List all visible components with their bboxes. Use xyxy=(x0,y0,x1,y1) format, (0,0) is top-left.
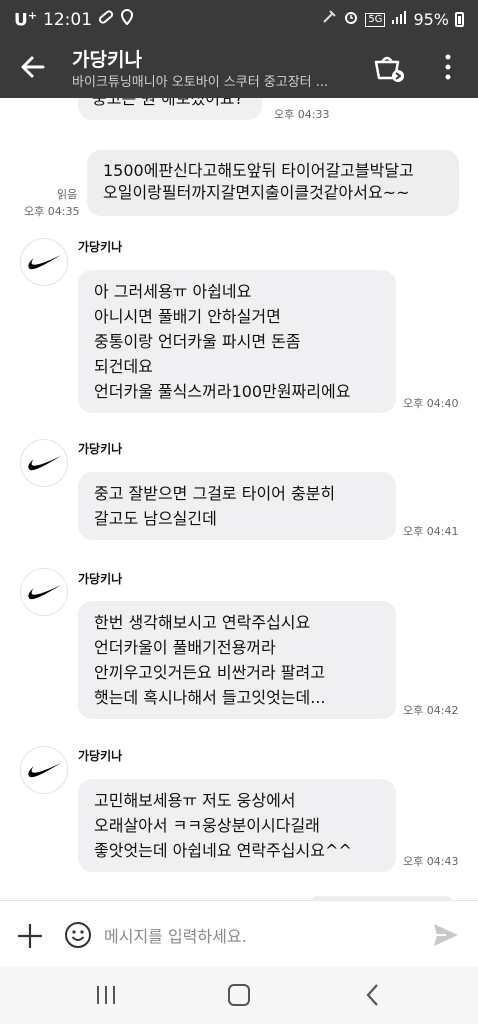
clock: 12:01 xyxy=(43,9,93,30)
sender-name: 가당키나 xyxy=(78,240,123,254)
recent-apps-icon[interactable] xyxy=(94,985,118,1005)
alarm-icon xyxy=(343,9,359,30)
nike-swoosh-icon xyxy=(28,585,61,600)
message-list[interactable]: 중고는 원 해보셨어요? 오후 04:33 읽음 오후 04:35 1500에판… xyxy=(0,98,478,900)
message-time: 오후 04:35 xyxy=(24,205,80,218)
home-icon[interactable] xyxy=(228,984,250,1006)
message-bubble-received: 아 그러세용ㅠ 아쉽네요 아니시면 풀배기 안하실거면 중통이랑 언더카울 파시… xyxy=(78,270,396,413)
nike-swoosh-icon xyxy=(28,456,61,471)
message-bubble-received: 중고 잘받으면 그걸로 타이어 충분히 갈고도 남으실긴데 xyxy=(78,472,396,540)
battery-icon xyxy=(455,12,464,27)
link-icon xyxy=(98,9,114,30)
message-time: 오후 04:43 xyxy=(403,855,459,868)
sender-name: 가당키나 xyxy=(78,749,123,763)
avatar[interactable] xyxy=(20,439,68,487)
battery-percent: 95% xyxy=(413,10,449,29)
status-bar: U+ 12:01 5G 95% xyxy=(0,0,478,40)
message-bubble-received: 중고는 원 해보셨어요? xyxy=(78,98,262,120)
avatar[interactable] xyxy=(20,568,68,616)
message-time: 오후 04:40 xyxy=(403,397,459,410)
nike-swoosh-icon xyxy=(28,763,61,778)
message-bubble-received: 한번 생각해보시고 연락주십시요 언더카울이 풀배기전용꺼라 안끼우고잇거든요 … xyxy=(78,601,396,719)
location-icon xyxy=(120,9,134,30)
message-bubble-sent: 1500에판신다고해도앞뒤 타이어갈고블박달고 오일이랑필터까지갈면지출이클것같… xyxy=(87,150,459,216)
nav-back-icon[interactable] xyxy=(364,983,382,1007)
sender-name: 가당키나 xyxy=(78,442,123,456)
chat-title: 가당키나 xyxy=(72,49,142,71)
nike-swoosh-icon xyxy=(28,255,61,270)
carrier-label: U+ xyxy=(14,9,38,31)
sender-name: 가당키나 xyxy=(78,572,123,586)
message-input-bar xyxy=(0,900,478,966)
more-vertical-icon[interactable] xyxy=(442,52,454,82)
mute-icon xyxy=(321,9,337,30)
message-time: 오후 04:33 xyxy=(274,108,330,121)
chat-subtitle: 바이크튜닝매니아 오토바이 스쿠터 중고장터 ... xyxy=(72,75,329,90)
chat-header: 가당키나 바이크튜닝매니아 오토바이 스쿠터 중고장터 ... xyxy=(0,40,478,98)
message-time: 오후 04:41 xyxy=(403,525,459,538)
arrow-left-icon[interactable] xyxy=(16,50,50,84)
message-bubble-received: 고민해보세용ㅠ 저도 웅상에서 오래살아서 ㅋㅋ웅상분이시다길래 좋앗엇는데 아… xyxy=(78,779,396,872)
message-input[interactable] xyxy=(104,923,404,949)
system-nav-bar xyxy=(0,966,478,1024)
network-label: 5G xyxy=(365,12,386,27)
signal-icon xyxy=(391,10,407,29)
plus-icon[interactable] xyxy=(16,922,44,950)
shopping-basket-icon[interactable] xyxy=(372,52,406,84)
avatar[interactable] xyxy=(20,746,68,794)
read-receipt: 읽음 xyxy=(57,188,78,201)
avatar[interactable] xyxy=(20,238,68,286)
send-icon[interactable] xyxy=(432,921,460,949)
message-time: 오후 04:42 xyxy=(403,704,459,717)
emoji-icon[interactable] xyxy=(64,921,92,949)
